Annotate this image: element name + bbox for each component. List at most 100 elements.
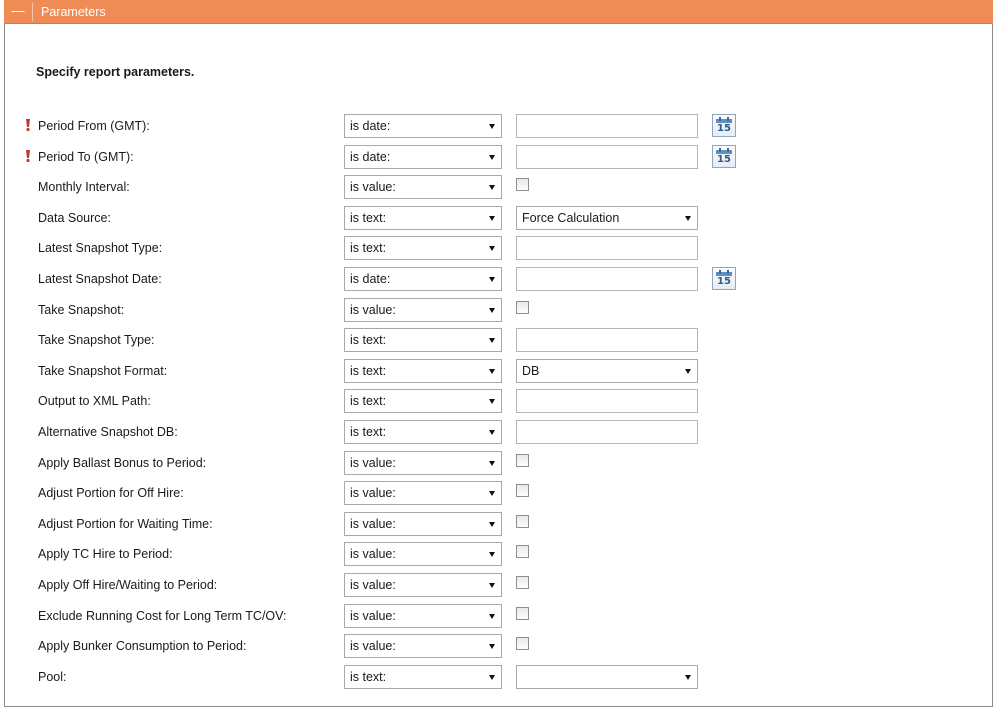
value-dropdown[interactable]: Force Calculation	[516, 206, 698, 230]
parameter-checkbox[interactable]	[516, 484, 529, 497]
parameter-checkbox[interactable]	[516, 515, 529, 528]
value-dropdown[interactable]: DB	[516, 359, 698, 383]
operator-value: is text:	[350, 364, 387, 378]
calendar-day-number: 15	[717, 276, 731, 287]
dropdown-arrow-icon	[489, 583, 495, 588]
date-input[interactable]	[516, 145, 698, 169]
operator-value: is date:	[350, 150, 391, 164]
calendar-icon[interactable]: 15	[712, 267, 736, 290]
parameter-row: Apply Ballast Bonus to Period: is value:	[0, 451, 995, 477]
dropdown-arrow-icon	[489, 338, 495, 343]
parameter-checkbox[interactable]	[516, 607, 529, 620]
operator-value: is value:	[350, 639, 396, 653]
operator-value: is value:	[350, 517, 396, 531]
dropdown-arrow-icon	[489, 216, 495, 221]
panel-header[interactable]: — Parameters	[4, 0, 993, 24]
operator-value: is value:	[350, 578, 396, 592]
operator-dropdown[interactable]: is value:	[344, 634, 502, 658]
value-dropdown-selected: Force Calculation	[522, 211, 620, 225]
dropdown-arrow-icon	[489, 675, 495, 680]
parameter-row: Apply Bunker Consumption to Period: is va…	[0, 634, 995, 660]
text-input[interactable]	[516, 236, 698, 260]
panel-title: Parameters	[41, 5, 106, 19]
parameter-checkbox[interactable]	[516, 576, 529, 589]
parameter-checkbox[interactable]	[516, 545, 529, 558]
dropdown-arrow-icon	[685, 369, 691, 374]
dropdown-arrow-icon	[489, 491, 495, 496]
parameter-row: Latest Snapshot Date: is date: 15	[0, 267, 995, 293]
operator-value: is value:	[350, 609, 396, 623]
dropdown-arrow-icon	[489, 430, 495, 435]
operator-value: is text:	[350, 211, 387, 225]
operator-dropdown[interactable]: is text:	[344, 206, 502, 230]
value-dropdown[interactable]	[516, 665, 698, 689]
parameter-row: Output to XML Path: is text:	[0, 389, 995, 415]
operator-value: is text:	[350, 394, 387, 408]
parameter-row: Take Snapshot Type: is text:	[0, 328, 995, 354]
operator-value: is text:	[350, 333, 387, 347]
text-input[interactable]	[516, 420, 698, 444]
operator-value: is text:	[350, 425, 387, 439]
date-input[interactable]	[516, 114, 698, 138]
dropdown-arrow-icon	[489, 155, 495, 160]
parameter-label: Exclude Running Cost for Long Term TC/OV…	[38, 609, 287, 623]
text-input[interactable]	[516, 328, 698, 352]
parameter-label: Period From (GMT):	[38, 119, 150, 133]
operator-dropdown[interactable]: is text:	[344, 420, 502, 444]
parameter-row: Alternative Snapshot DB: is text:	[0, 420, 995, 446]
parameter-label: Monthly Interval:	[38, 180, 130, 194]
operator-dropdown[interactable]: is value:	[344, 573, 502, 597]
parameter-label: Adjust Portion for Off Hire:	[38, 486, 184, 500]
parameter-row: Take Snapshot: is value:	[0, 298, 995, 324]
calendar-icon[interactable]: 15	[712, 114, 736, 137]
operator-dropdown[interactable]: is text:	[344, 665, 502, 689]
operator-dropdown[interactable]: is value:	[344, 451, 502, 475]
operator-dropdown[interactable]: is value:	[344, 175, 502, 199]
parameter-label: Apply Ballast Bonus to Period:	[38, 456, 207, 470]
parameter-row: Period To (GMT): is date: 15	[0, 145, 995, 171]
text-input[interactable]	[516, 389, 698, 413]
parameter-label: Take Snapshot Type:	[38, 333, 155, 347]
parameter-row: Data Source: is text: Force Calculation	[0, 206, 995, 232]
dropdown-arrow-icon	[489, 522, 495, 527]
parameter-label: Period To (GMT):	[38, 150, 134, 164]
parameter-row: Apply Off Hire/Waiting to Period: is valu…	[0, 573, 995, 599]
operator-dropdown[interactable]: is value:	[344, 481, 502, 505]
operator-dropdown[interactable]: is value:	[344, 298, 502, 322]
calendar-icon[interactable]: 15	[712, 145, 736, 168]
parameter-row: Exclude Running Cost for Long Term TC/OV…	[0, 604, 995, 630]
parameter-row: Period From (GMT): is date: 15	[0, 114, 995, 140]
operator-dropdown[interactable]: is value:	[344, 512, 502, 536]
parameter-label: Take Snapshot:	[38, 303, 125, 317]
parameter-row: Latest Snapshot Type: is text:	[0, 236, 995, 262]
parameter-label: Output to XML Path:	[38, 394, 151, 408]
dropdown-arrow-icon	[685, 675, 691, 680]
operator-value: is text:	[350, 670, 387, 684]
operator-dropdown[interactable]: is text:	[344, 328, 502, 352]
operator-dropdown[interactable]: is date:	[344, 145, 502, 169]
parameter-checkbox[interactable]	[516, 301, 529, 314]
parameter-checkbox[interactable]	[516, 637, 529, 650]
operator-dropdown[interactable]: is text:	[344, 359, 502, 383]
operator-dropdown[interactable]: is date:	[344, 267, 502, 291]
parameter-label: Adjust Portion for Waiting Time:	[38, 517, 213, 531]
parameter-row: Take Snapshot Format: is text: DB	[0, 359, 995, 385]
parameter-row: Pool: is text:	[0, 665, 995, 691]
operator-dropdown[interactable]: is value:	[344, 542, 502, 566]
parameter-checkbox[interactable]	[516, 178, 529, 191]
dropdown-arrow-icon	[489, 461, 495, 466]
parameter-label: Pool:	[38, 670, 67, 684]
dropdown-arrow-icon	[489, 308, 495, 313]
operator-dropdown[interactable]: is value:	[344, 604, 502, 628]
collapse-icon[interactable]: —	[11, 4, 25, 18]
parameter-checkbox[interactable]	[516, 454, 529, 467]
date-input[interactable]	[516, 267, 698, 291]
dropdown-arrow-icon	[489, 552, 495, 557]
parameter-label: Apply Bunker Consumption to Period:	[38, 639, 247, 653]
operator-dropdown[interactable]: is text:	[344, 389, 502, 413]
dropdown-arrow-icon	[489, 369, 495, 374]
operator-dropdown[interactable]: is date:	[344, 114, 502, 138]
operator-value: is text:	[350, 241, 387, 255]
parameter-row: Apply TC Hire to Period: is value:	[0, 542, 995, 568]
operator-dropdown[interactable]: is text:	[344, 236, 502, 260]
